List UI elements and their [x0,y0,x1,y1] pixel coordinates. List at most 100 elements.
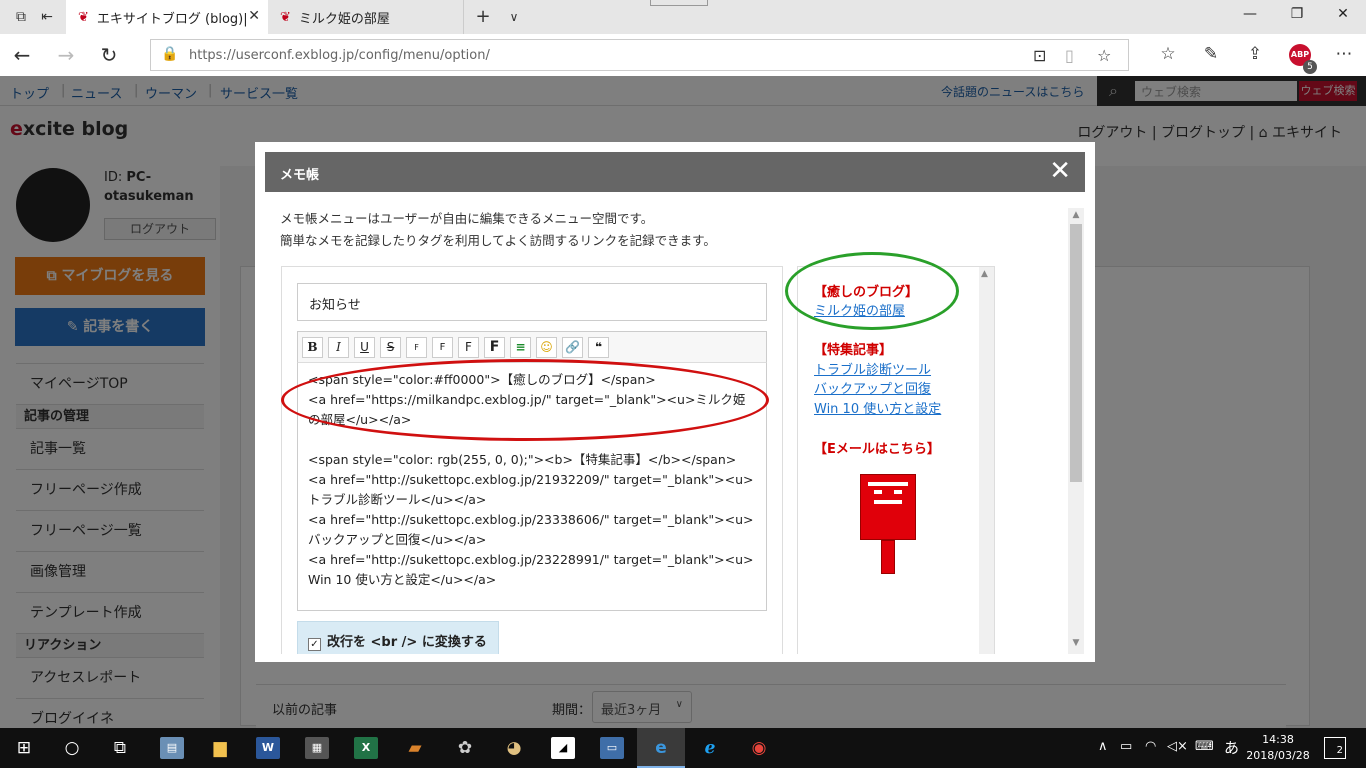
paint-icon[interactable]: ✿ [453,737,477,759]
code-line: <a href="http://sukettopc.exblog.jp/2322… [308,552,754,587]
memo-modal: メモ帳 ✕ メモ帳メニューはユーザーが自由に編集できるメニュー空間です。 簡単な… [255,142,1095,662]
tracking-prevention-icon[interactable]: ⊡ [1033,46,1046,65]
browser-tab-bar: ⧉ ⇤ ❦ エキサイトブログ (blog)|表ﾃ ✕ ❦ ミルク姫の部屋 + ∨… [0,0,1366,34]
ime-indicator[interactable]: あ [1224,737,1239,758]
back-tabs-icon[interactable]: ⇤ [36,7,58,27]
mailbox-eye [894,490,902,494]
mailbox-icon[interactable] [860,474,916,574]
store-icon[interactable]: ▦ [305,737,329,759]
scroll-up-icon[interactable]: ▲ [1070,210,1082,220]
mailbox-eye [874,490,882,494]
volume-mute-icon[interactable]: ◁× [1167,739,1188,754]
code-line: <a href="http://sukettopc.exblog.jp/2193… [308,472,754,507]
bold-button[interactable]: B [302,337,323,358]
file-explorer-icon[interactable]: ▆ [208,737,232,759]
tray-chevron-up-icon[interactable]: ∧ [1098,739,1108,754]
font-xlarge-button[interactable]: F [484,337,505,358]
font-small-button[interactable]: F [406,337,427,358]
preview-link-milk[interactable]: ミルク姫の部屋 [814,302,905,321]
tab-close-icon[interactable]: ✕ [248,8,260,24]
tab-list-chevron-icon[interactable]: ∨ [503,7,525,27]
internet-explorer-icon[interactable]: ℯ [698,737,722,759]
convert-br-label: 改行を <br /> に変換する [327,635,487,650]
underline-button[interactable]: U [354,337,375,358]
refresh-icon[interactable]: ↻ [97,43,121,67]
chrome-icon[interactable]: ◉ [747,737,771,759]
modal-scrollbar[interactable]: ▲ ▼ [1068,208,1084,654]
favorite-star-icon[interactable]: ☆ [1097,46,1111,65]
clock[interactable]: 14:38 2018/03/28 [1246,732,1310,764]
code-line: <span style="color:#ff0000">【癒しのブログ】</sp… [308,372,656,387]
task-view-icon[interactable]: ⧉ [108,737,132,759]
code-line: <a href="https://milkandpc.exblog.jp/" t… [308,392,746,427]
new-tab-icon[interactable]: + [472,7,494,27]
editor-panel: お知らせ B I U S F F F F ≡ ☺ 🔗 ❝ <span style… [281,266,783,654]
quote-icon[interactable]: ❝ [588,337,609,358]
back-arrow-icon[interactable]: ← [10,43,34,67]
window-close-icon[interactable]: ✕ [1333,6,1353,22]
color-palette-icon[interactable]: ≡ [510,337,531,358]
close-icon[interactable]: ✕ [1049,156,1071,186]
toolbox-icon[interactable]: ▰ [403,737,427,759]
modal-header: メモ帳 ✕ [265,152,1085,192]
scrollbar-thumb[interactable] [1070,224,1082,482]
convert-br-option[interactable]: ✓ 改行を <br /> に変換する [297,621,499,654]
url-field[interactable]: 🔒 https://userconf.exblog.jp/config/menu… [150,39,1129,71]
italic-button[interactable]: I [328,337,349,358]
link-icon[interactable]: 🔗 [562,337,583,358]
pen-notes-icon[interactable]: ✎ [1200,44,1222,64]
minimize-icon[interactable]: — [1240,6,1260,22]
strikethrough-button[interactable]: S [380,337,401,358]
tab-title: ミルク姫の部屋 [298,11,390,27]
preview-heading-healing: 【癒しのブログ】 [814,285,919,300]
remote-desktop-icon[interactable]: ▭ [600,737,624,759]
tab-exciteblog[interactable]: ❦ エキサイトブログ (blog)|表ﾃ ✕ [66,0,268,34]
scroll-down-icon[interactable]: ▼ [1070,638,1082,648]
tab-milk[interactable]: ❦ ミルク姫の部屋 [268,0,464,34]
memo-title-input[interactable]: お知らせ [297,283,767,321]
url-text[interactable]: https://userconf.exblog.jp/config/menu/o… [189,48,490,63]
preview-link-backup[interactable]: バックアップと回復 [814,380,931,399]
modal-description: メモ帳メニューはユーザーが自由に編集できるメニュー空間です。 簡単なメモを記録し… [280,208,716,252]
keyboard-icon[interactable]: ⌨ [1195,739,1214,754]
adblock-count-badge: 5 [1303,60,1317,74]
windows-taskbar: ⊞ ○ ⧉ ▤ ▆ W ▦ X ▰ ✿ ◕ ◢ ▭ e ℯ ◉ ∧ ▭ ◠ ◁×… [0,728,1366,768]
app-icon[interactable]: ▤ [160,737,184,759]
mailbox-slot [868,482,908,486]
emoji-icon[interactable]: ☺ [536,337,557,358]
more-menu-icon[interactable]: ⋯ [1333,44,1355,64]
palette-icon[interactable]: ◕ [502,737,526,759]
exblog-favicon-icon: ❦ [78,9,89,25]
excel-icon[interactable]: X [354,737,378,759]
action-center-icon[interactable]: 2 [1324,737,1346,759]
font-medium-button[interactable]: F [432,337,453,358]
description-line: メモ帳メニューはユーザーが自由に編集できるメニュー空間です。 [280,211,654,226]
preview-link-trouble[interactable]: トラブル診断ツール [814,361,931,380]
code-line: <a href="http://sukettopc.exblog.jp/2333… [308,512,754,547]
favorites-hub-icon[interactable]: ☆ [1157,44,1179,64]
cortana-search-icon[interactable]: ○ [60,737,84,759]
forward-arrow-icon[interactable]: → [54,43,78,67]
windows-start-icon[interactable]: ⊞ [12,737,36,759]
network-icon[interactable]: ◠ [1145,739,1156,754]
checkbox-checked-icon[interactable]: ✓ [308,638,321,651]
share-icon[interactable]: ⇪ [1244,44,1266,64]
edge-icon[interactable]: e [649,737,673,759]
tab-drag-handle[interactable] [650,0,708,6]
description-line: 簡単なメモを記録したりタグを利用してよく訪問するリンクを記録できます。 [280,233,716,248]
word-icon[interactable]: W [256,737,280,759]
restore-icon[interactable]: ❐ [1287,6,1307,22]
clock-time: 14:38 [1262,733,1294,746]
preview-link-win10[interactable]: Win 10 使い方と設定 [814,400,941,419]
preview-scrollbar[interactable]: ▲ [979,267,994,654]
reading-view-icon[interactable]: ▯ [1065,46,1074,65]
exblog-favicon-icon: ❦ [280,9,291,25]
set-aside-tabs-icon[interactable]: ⧉ [10,7,32,27]
scroll-up-icon[interactable]: ▲ [981,269,988,279]
memo-code-textarea[interactable]: <span style="color:#ff0000">【癒しのブログ】</sp… [297,363,767,611]
notes-icon[interactable]: ◢ [551,737,575,759]
battery-icon[interactable]: ▭ [1120,739,1132,754]
preview-heading-feature: 【特集記事】 [814,343,893,358]
font-large-button[interactable]: F [458,337,479,358]
editor-toolbar: B I U S F F F F ≡ ☺ 🔗 ❝ [297,331,767,363]
